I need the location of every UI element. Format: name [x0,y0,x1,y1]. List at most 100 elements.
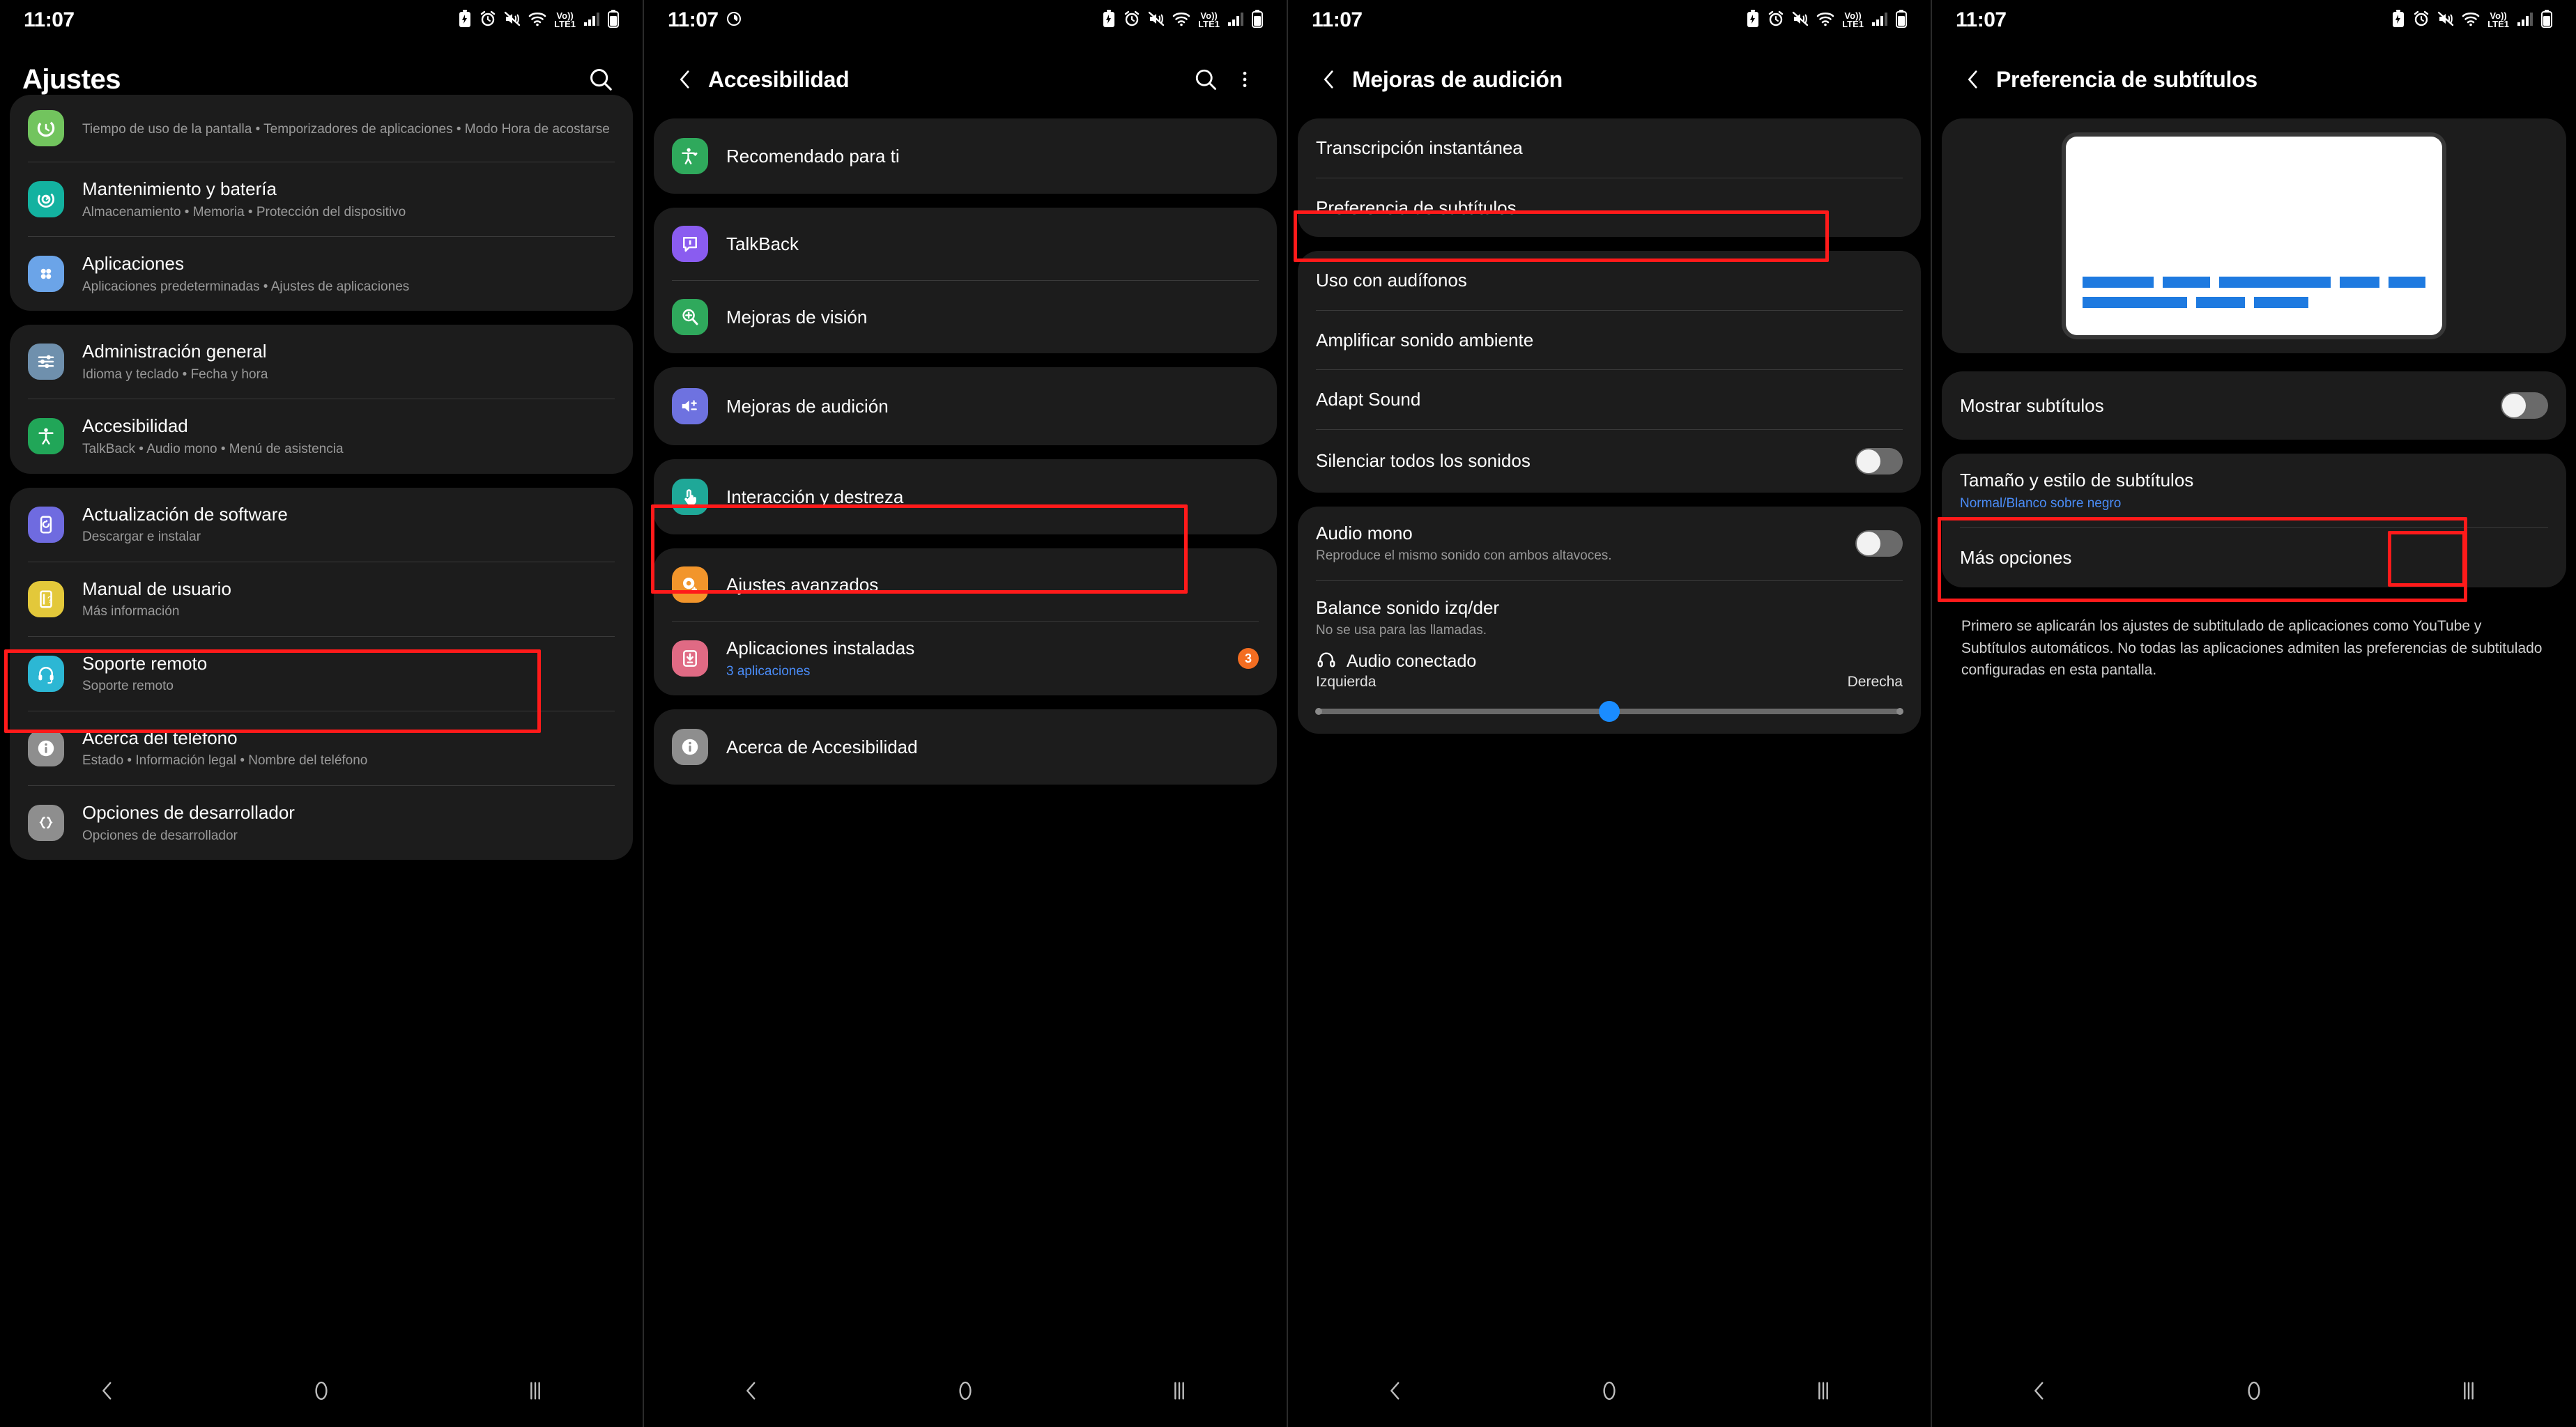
sidebar-item-accesibilidad[interactable]: Accesibilidad TalkBack • Audio mono • Me… [10,399,633,473]
list-item-subtitle: Almacenamiento • Memoria • Protección de… [82,204,406,219]
back-nav[interactable] [1998,1366,2081,1415]
page-title: Ajustes [22,63,121,95]
list-item-title: Silenciar todos los sonidos [1316,450,1531,472]
status-time: 11:07 [24,8,75,31]
list-item-title: Administración general [82,341,267,362]
sidebar-item-mejoras-audicion[interactable]: Mejoras de audición [654,367,1277,445]
about-phone-icon [28,730,64,767]
talkback-icon [672,226,708,262]
list-item[interactable]: Actualización de software Descargar e in… [10,488,633,562]
caption-preview-lines [2083,277,2425,317]
caption-bar [2163,277,2210,288]
list-item[interactable]: TalkBack [654,208,1277,280]
list-item[interactable]: Mejoras de visión [654,281,1277,353]
status-icons: Vo)) LTE1 [458,9,619,31]
list-item[interactable]: Más opciones [1942,528,2566,587]
list-item[interactable]: ? Manual de usuario Más información [10,562,633,636]
mute-all-sounds-toggle[interactable] [1855,447,1903,475]
volte-bottom-text: LTE1 [1198,19,1220,29]
developer-options-icon [28,805,64,842]
navigation-bar [1932,1355,2576,1427]
list-item[interactable]: Audio mono Reproduce el mismo sonido con… [1298,507,1921,580]
back-nav[interactable] [1354,1366,1437,1415]
list-item-subtitle: Descargar e instalar [82,530,201,545]
settings-group: Ajustes avanzados Aplicaciones instalada… [654,548,1277,696]
home-nav[interactable] [2212,1366,2296,1415]
list-item[interactable]: Adapt Sound [1298,370,1921,429]
list-item[interactable]: Interacción y destreza [654,459,1277,534]
list-item[interactable]: Acerca del teléfono Estado • Información… [10,711,633,785]
home-nav[interactable] [279,1366,363,1415]
list-item[interactable]: Aplicaciones instaladas 3 aplicaciones 3 [654,622,1277,695]
back-chevron-icon[interactable] [1954,61,1992,98]
list-item-title: TalkBack [726,233,799,254]
list-item[interactable]: Recomendado para ti [654,118,1277,194]
overflow-menu-icon[interactable] [1225,60,1264,99]
recents-nav[interactable] [2427,1366,2510,1415]
home-nav[interactable] [923,1366,1007,1415]
show-captions-row[interactable]: Mostrar subtítulos [1942,371,2566,440]
wifi-icon [1172,10,1190,31]
status-bar: 11:07 Vo)) LTE1 [0,0,643,40]
battery-saver-icon [1102,9,1116,31]
battery-saver-icon [1746,9,1760,31]
settings-group: Uso con audífonos Amplificar sonido ambi… [1298,251,1921,493]
list-item[interactable]: Acerca de Accesibilidad [654,709,1277,785]
wifi-icon [528,10,546,31]
status-bar: 11:07 Vo)) LTE1 [1288,0,1931,40]
slider-track[interactable] [1315,700,1903,722]
home-nav[interactable] [1567,1366,1651,1415]
device-care-icon [28,181,64,218]
back-nav[interactable] [710,1366,793,1415]
sliders-icon [28,344,64,380]
status-icons: Vo)) LTE1 [1746,9,1907,31]
mute-vibrate-icon [2437,10,2454,31]
back-nav[interactable] [66,1366,149,1415]
list-item-subtitle: No se usa para las llamadas. [1316,623,1487,638]
volte-bottom-text: LTE1 [1842,19,1864,29]
volte-icon: Vo)) LTE1 [2487,11,2509,29]
list-item[interactable]: Soporte remoto Soporte remoto [10,637,633,711]
navigation-bar [644,1355,1287,1427]
list-item[interactable]: Opciones de desarrollador Opciones de de… [10,786,633,860]
list-item-title: Preferencia de subtítulos [1316,196,1517,218]
search-icon[interactable] [1186,60,1225,99]
mute-vibrate-icon [1148,10,1165,31]
caption-description: Primero se aplicarán los ajustes de subt… [1961,617,2543,679]
alarm-icon [480,10,496,31]
hearing-list: Transcripción instantánea Preferencia de… [1288,118,1931,734]
list-item[interactable]: Administración general Idioma y teclado … [10,325,633,399]
back-chevron-icon[interactable] [666,61,704,98]
caption-line [2083,297,2425,308]
list-item[interactable]: Tamaño y estilo de subtítulos Normal/Bla… [1942,454,2566,527]
slider-right-label: Derecha [1847,673,1903,690]
app-bar: Mejoras de audición [1288,40,1931,118]
list-item-title: Audio mono [1316,522,1413,543]
list-item[interactable]: Ajustes avanzados [654,548,1277,621]
mono-audio-toggle[interactable] [1855,530,1903,557]
list-item[interactable]: Uso con audífonos [1298,251,1921,310]
balance-slider[interactable]: Izquierda Derecha [1298,674,1921,734]
recents-nav[interactable] [493,1366,577,1415]
list-item-subtitle: Tiempo de uso de la pantalla • Temporiza… [82,122,610,137]
headphones-icon [1316,649,1337,674]
list-item[interactable]: Amplificar sonido ambiente [1298,311,1921,370]
back-chevron-icon[interactable] [1310,61,1348,98]
caption-bar [2083,297,2187,308]
list-item-preferencia-subtitulos[interactable]: Preferencia de subtítulos [1298,178,1921,238]
search-icon[interactable] [581,60,620,99]
list-item[interactable]: Tiempo de uso de la pantalla • Temporiza… [10,95,633,162]
list-item[interactable]: Mantenimiento y batería Almacenamiento •… [10,162,633,236]
settings-group: Acerca de Accesibilidad [654,709,1277,785]
show-captions-toggle[interactable] [2501,392,2548,419]
list-item[interactable]: Aplicaciones Aplicaciones predeterminada… [10,237,633,311]
list-item[interactable]: Silenciar todos los sonidos [1298,430,1921,493]
list-item[interactable]: Transcripción instantánea [1298,118,1921,178]
recents-nav[interactable] [1137,1366,1221,1415]
status-icons: Vo)) LTE1 [1102,9,1263,31]
connected-audio-label: Audio conectado [1347,651,1477,671]
recents-nav[interactable] [1781,1366,1865,1415]
alarm-icon [1124,10,1140,31]
status-time: 11:07 [1312,8,1363,31]
slider-thumb[interactable] [1599,700,1620,722]
